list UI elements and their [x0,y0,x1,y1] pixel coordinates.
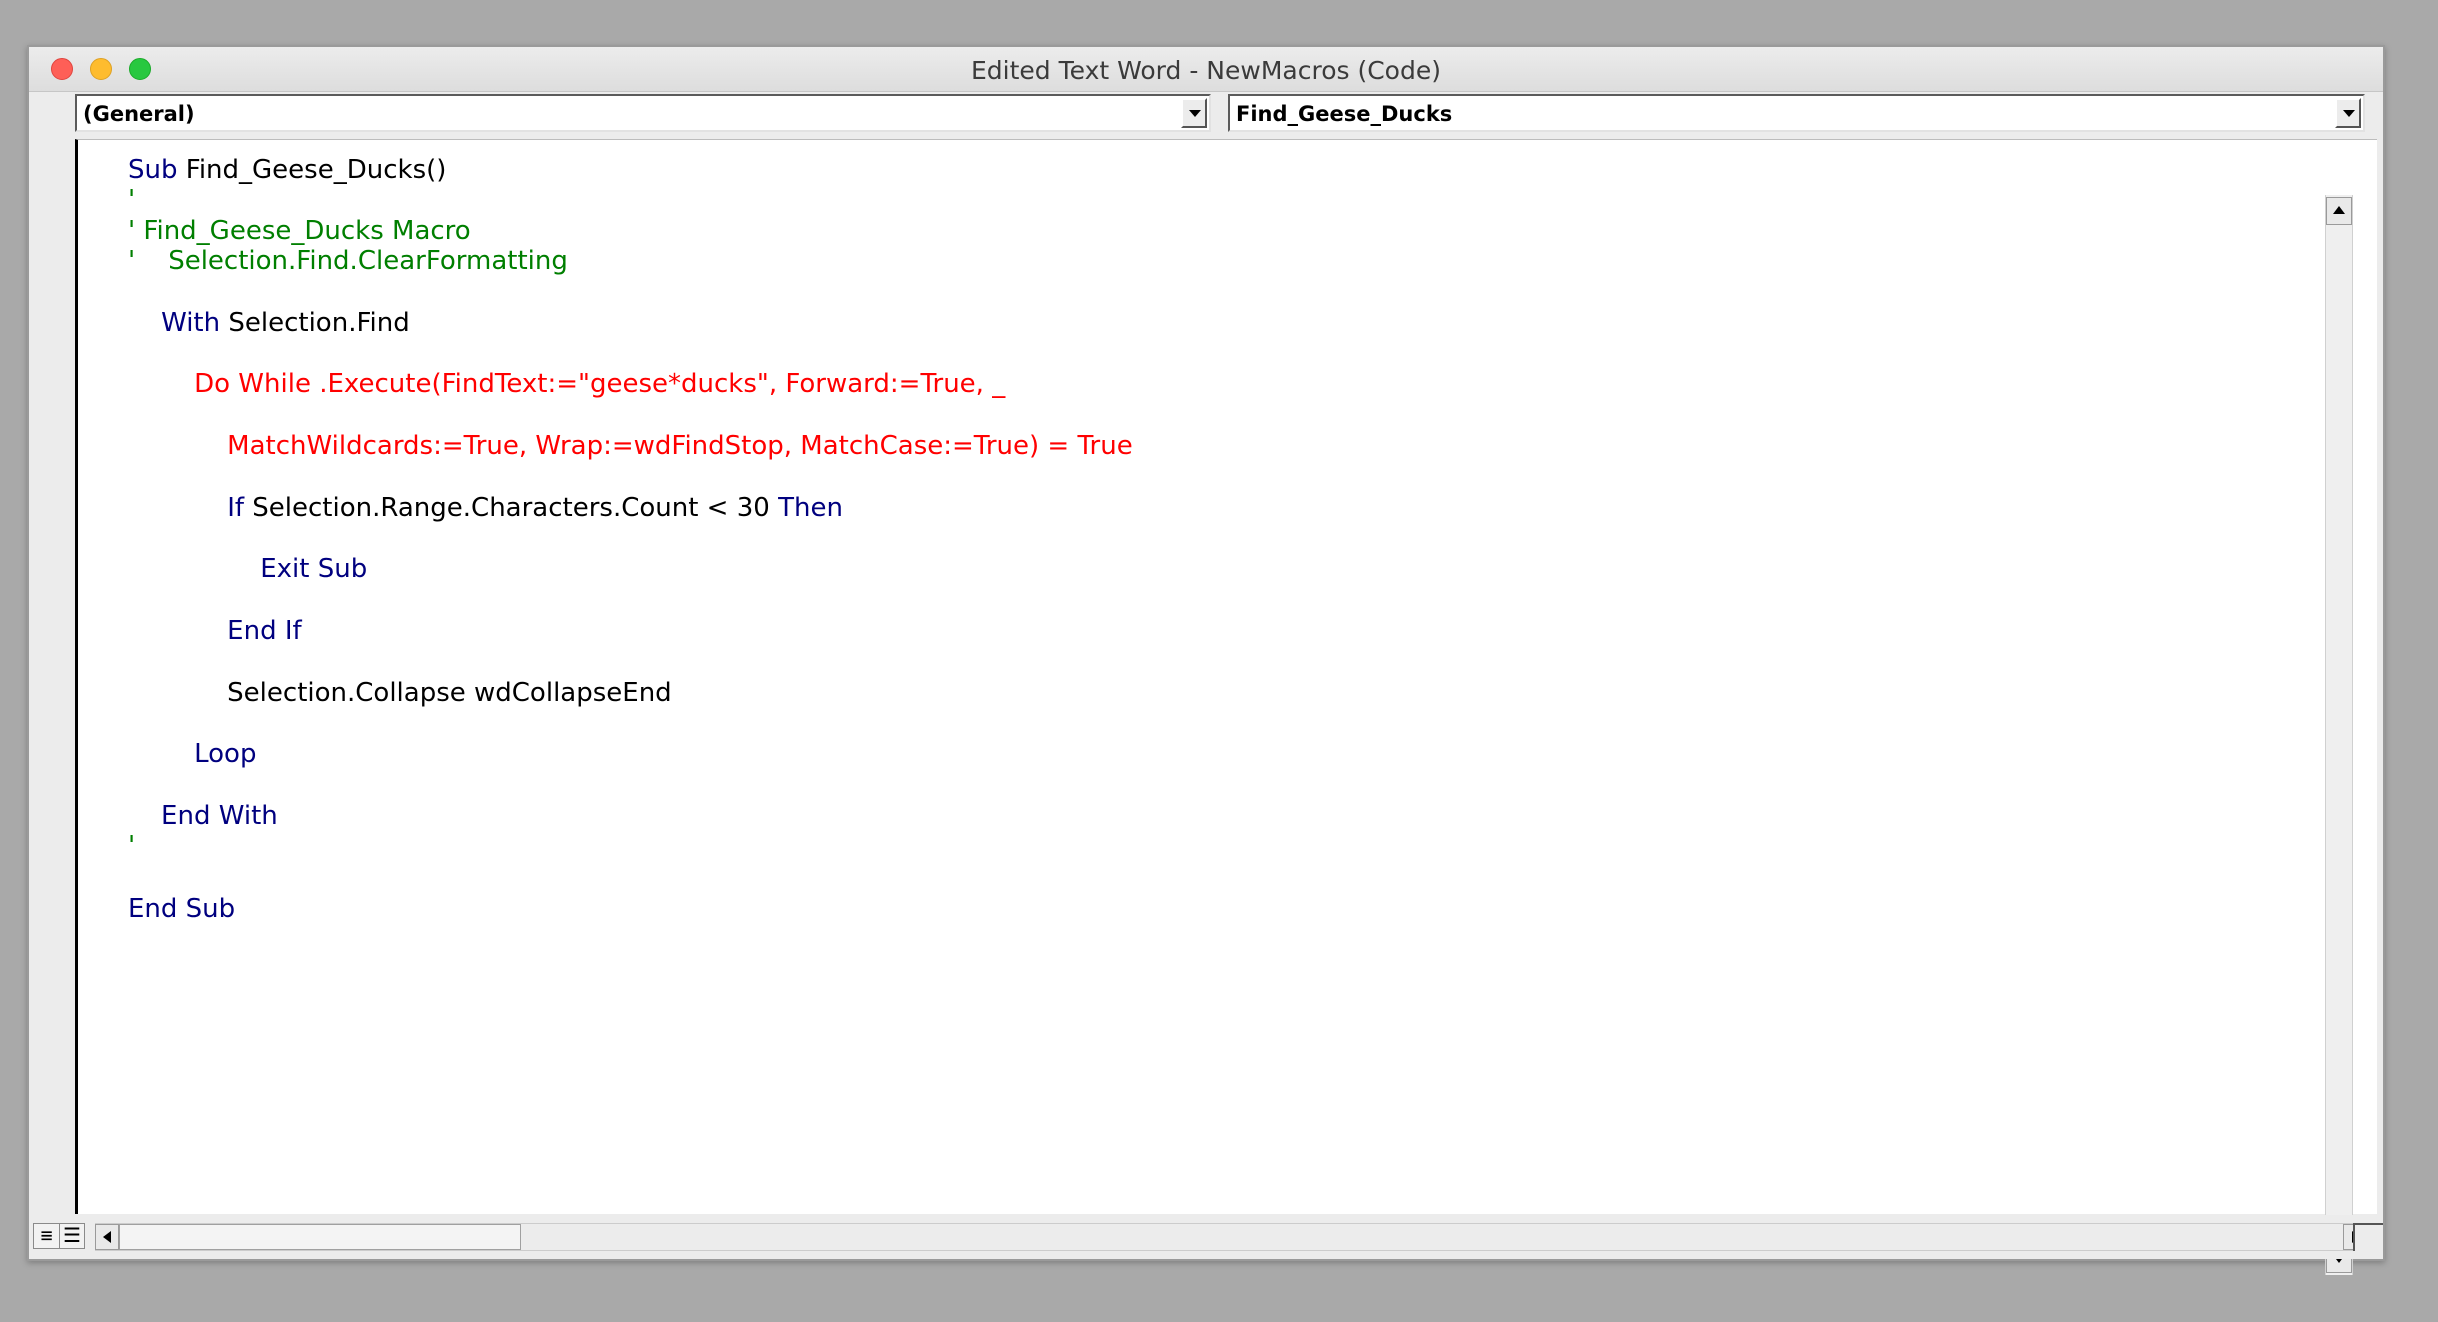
code-token: End With [128,801,278,831]
code-token: End Sub [128,894,236,924]
horizontal-scrollbar[interactable] [95,1223,2379,1251]
code-line[interactable]: Do While .Execute(FindText:="geese*ducks… [128,368,1005,400]
title-bar[interactable]: Edited Text Word - NewMacros (Code) [29,47,2383,92]
procedure-dropdown[interactable]: Find_Geese_Ducks [1228,94,2365,132]
code-token: Selection.Find [220,308,410,338]
procedure-view-icon[interactable]: ≡ [33,1223,59,1249]
resize-grip[interactable] [2353,1223,2383,1251]
code-line[interactable]: End If [128,615,302,647]
window-title: Edited Text Word - NewMacros (Code) [971,56,1441,85]
code-token: With [161,308,221,338]
code-line[interactable]: MatchWildcards:=True, Wrap:=wdFindStop, … [128,430,1133,462]
code-editor[interactable]: Sub Find_Geese_Ducks() ' ' Find_Geese_Duck… [75,139,2377,1214]
code-line[interactable]: End With [128,800,278,832]
code-line[interactable]: ' [128,830,135,862]
code-window: Edited Text Word - NewMacros (Code) (Gen… [27,45,2385,1275]
code-token: Sub [128,155,178,185]
code-token: If [227,493,245,523]
code-line[interactable]: With Selection.Find [128,307,410,339]
procedure-dropdown-value: Find_Geese_Ducks [1236,102,1453,126]
code-token: ' Find_Geese_Ducks Macro [128,216,471,246]
bottom-bar: ≡ ☰ [29,1215,2383,1259]
code-line[interactable]: End Sub [128,893,235,925]
full-module-view-icon[interactable]: ☰ [59,1223,85,1249]
horizontal-scroll-thumb[interactable] [119,1224,521,1250]
code-token: ' [128,831,136,861]
code-token: End If [128,616,302,646]
code-token: Selection.Collapse wdCollapseEnd [128,678,672,708]
code-line[interactable]: Exit Sub [128,553,367,585]
code-line[interactable]: ' [128,184,135,216]
object-dropdown-arrow-icon[interactable] [1181,98,1207,128]
code-line[interactable]: ' Find_Geese_Ducks Macro [128,215,471,247]
code-line[interactable]: If Selection.Range.Characters.Count < 30… [128,492,843,524]
scroll-left-icon[interactable] [95,1224,119,1250]
code-token: Find_Geese_Ducks() [177,155,447,185]
vertical-scrollbar[interactable] [2325,195,2353,1275]
object-dropdown-value: (General) [83,102,195,126]
code-line[interactable]: Sub Find_Geese_Ducks() [128,154,446,186]
code-token: ' Selection.Find.ClearFormatting [128,246,568,276]
procedure-dropdown-arrow-icon[interactable] [2335,98,2361,128]
code-line[interactable]: Loop [128,738,256,770]
code-token: Loop [128,739,257,769]
code-token: Do While .Execute(FindText:="geese*ducks… [128,369,1006,399]
code-token: MatchWildcards:=True, Wrap:=wdFindStop, … [128,431,1133,461]
code-line[interactable]: ' Selection.Find.ClearFormatting [128,245,568,277]
code-token: Exit Sub [128,554,368,584]
object-dropdown[interactable]: (General) [75,94,1211,132]
scroll-up-icon[interactable] [2326,197,2352,225]
code-token: Then [778,493,843,523]
code-line[interactable]: Selection.Collapse wdCollapseEnd [128,677,672,709]
code-token: Selection.Range.Characters.Count < 30 [244,493,779,523]
code-token: ' [128,185,136,215]
